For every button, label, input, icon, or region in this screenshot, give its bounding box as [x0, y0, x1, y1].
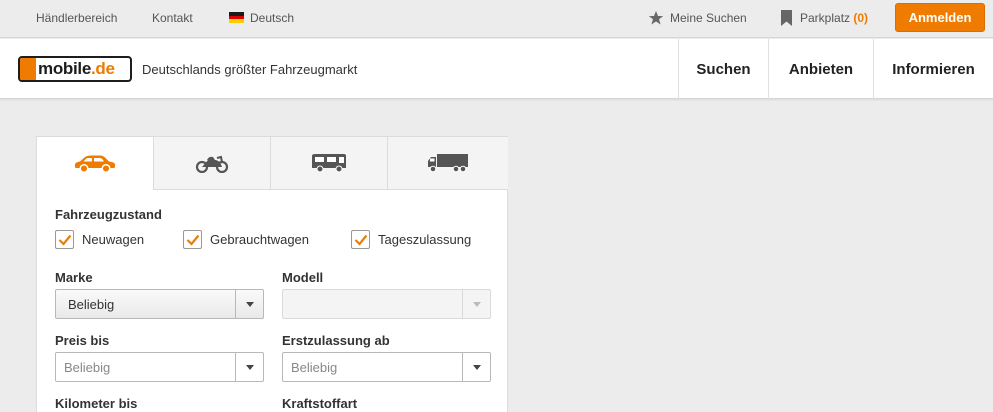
contact-link[interactable]: Kontakt: [152, 11, 193, 25]
top-utility-bar: Händlerbereich Kontakt Deutsch Meine Suc…: [0, 0, 993, 38]
price-label: Preis bis: [55, 333, 110, 348]
parking-count: (0): [853, 11, 869, 25]
checkbox-used-box[interactable]: [183, 230, 202, 249]
tab-motorcycle[interactable]: [153, 137, 270, 190]
language-selector[interactable]: Deutsch: [250, 11, 294, 25]
checkbox-day-registration-box[interactable]: [351, 230, 370, 249]
mileage-label: Kilometer bis: [55, 396, 138, 411]
make-select[interactable]: Beliebig: [55, 289, 264, 319]
checkmark-icon: [186, 234, 200, 246]
checkbox-used[interactable]: Gebrauchtwagen: [183, 230, 309, 249]
checkbox-day-registration[interactable]: Tageszulassung: [351, 230, 471, 249]
nav-sell[interactable]: Anbieten: [768, 39, 873, 99]
checkbox-used-label: Gebrauchtwagen: [210, 232, 310, 247]
nav-search[interactable]: Suchen: [678, 39, 768, 99]
price-input[interactable]: Beliebig: [55, 352, 264, 382]
search-panel: Fahrzeugzustand Neuwagen Gebrauchtwagen …: [36, 136, 508, 412]
truck-icon: [428, 154, 468, 173]
car-icon: [75, 155, 115, 173]
saved-searches-link[interactable]: Meine Suchen: [670, 11, 747, 25]
checkmark-icon: [58, 234, 72, 246]
logo-block: [20, 58, 36, 80]
bookmark-icon[interactable]: [781, 10, 792, 26]
checkbox-new[interactable]: Neuwagen: [55, 230, 144, 249]
model-label: Modell: [282, 270, 324, 285]
tab-motorhome[interactable]: [270, 137, 387, 190]
condition-label: Fahrzeugzustand: [55, 207, 162, 222]
checkbox-new-box[interactable]: [55, 230, 74, 249]
make-label: Marke: [55, 270, 93, 285]
chevron-down-icon[interactable]: [462, 353, 490, 381]
chevron-down-icon: [462, 290, 490, 318]
fuel-label: Kraftstoffart: [282, 396, 358, 411]
model-select[interactable]: [282, 289, 491, 319]
checkbox-new-label: Neuwagen: [82, 232, 145, 247]
chevron-down-icon[interactable]: [235, 290, 263, 318]
dealer-area-link[interactable]: Händlerbereich: [36, 11, 117, 25]
parking-link[interactable]: Parkplatz (0): [800, 11, 868, 25]
mobile-de-logo[interactable]: mobile.de: [18, 56, 132, 82]
checkmark-icon: [354, 234, 368, 246]
tab-car[interactable]: [37, 137, 153, 190]
star-icon[interactable]: [648, 10, 664, 26]
motorhome-icon: [312, 154, 346, 173]
checkbox-day-registration-label: Tageszulassung: [378, 232, 472, 247]
german-flag-icon[interactable]: [229, 12, 244, 24]
registration-input[interactable]: Beliebig: [282, 352, 491, 382]
chevron-down-icon[interactable]: [235, 353, 263, 381]
registration-label: Erstzulassung ab: [282, 333, 390, 348]
login-button[interactable]: Anmelden: [895, 3, 985, 32]
price-placeholder: Beliebig: [64, 360, 111, 375]
main-header: mobile.de Deutschlands größter Fahrzeugm…: [0, 39, 993, 99]
parking-label: Parkplatz: [800, 11, 851, 25]
make-select-value: Beliebig: [68, 297, 115, 312]
motorcycle-icon: [195, 155, 229, 173]
tab-truck[interactable]: [387, 137, 508, 190]
logo-text: mobile.de: [38, 59, 115, 78]
registration-placeholder: Beliebig: [291, 360, 338, 375]
tagline: Deutschlands größter Fahrzeugmarkt: [142, 62, 358, 77]
nav-inform[interactable]: Informieren: [873, 39, 993, 99]
